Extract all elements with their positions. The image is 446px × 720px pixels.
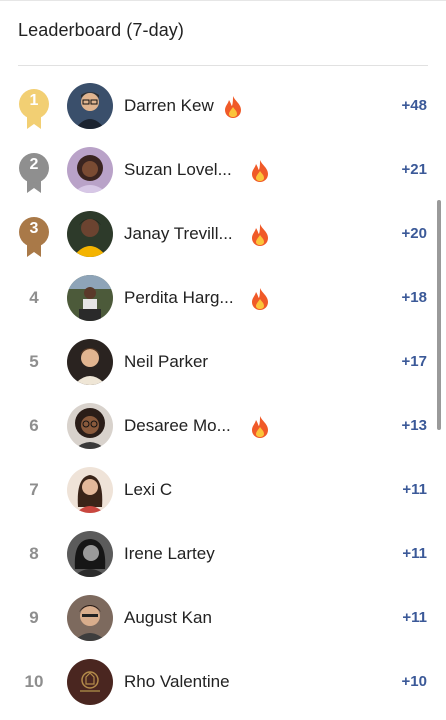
rank-number: 2 — [29, 156, 39, 173]
rank-number: 3 — [29, 220, 39, 237]
leaderboard-list: 1 Darren Kew +48 2 Suzan Lovel... +21 3 … — [0, 74, 446, 714]
player-name[interactable]: Janay Trevill... — [124, 202, 233, 266]
player-name[interactable]: Darren Kew — [124, 74, 214, 138]
rank-number: 10 — [24, 672, 44, 691]
player-name[interactable]: Irene Lartey — [124, 522, 215, 586]
rank-number: 7 — [29, 480, 39, 499]
score-value: +48 — [401, 97, 427, 114]
leaderboard-row[interactable]: 6 Desaree Mo... +13 — [0, 394, 446, 458]
score-value: +11 — [402, 545, 427, 562]
leaderboard-row[interactable]: 7 Lexi C +11 — [0, 458, 446, 522]
avatar[interactable] — [67, 531, 113, 577]
score-value: +11 — [402, 481, 427, 498]
leaderboard-row[interactable]: 5 Neil Parker +17 — [0, 330, 446, 394]
fire-icon — [250, 223, 270, 247]
leaderboard-row[interactable]: 2 Suzan Lovel... +21 — [0, 138, 446, 202]
leaderboard-row[interactable]: 8 Irene Lartey +11 — [0, 522, 446, 586]
score-value: +18 — [401, 289, 427, 306]
top-divider — [0, 0, 446, 1]
player-name[interactable]: Rho Valentine — [124, 650, 230, 714]
player-name[interactable]: Neil Parker — [124, 330, 208, 394]
player-name[interactable]: Desaree Mo... — [124, 394, 231, 458]
avatar[interactable] — [67, 147, 113, 193]
rank-number: 6 — [29, 416, 39, 435]
fire-icon — [250, 287, 270, 311]
avatar[interactable] — [67, 403, 113, 449]
player-name[interactable]: Perdita Harg... — [124, 266, 234, 330]
rank-number: 5 — [29, 352, 39, 371]
score-value: +17 — [401, 353, 427, 370]
avatar[interactable] — [67, 659, 113, 705]
header-divider — [18, 65, 428, 66]
avatar[interactable] — [67, 83, 113, 129]
avatar[interactable] — [67, 467, 113, 513]
bronze-medal-icon: 3 — [18, 216, 50, 258]
player-name[interactable]: Suzan Lovel... — [124, 138, 232, 202]
page-title: Leaderboard (7-day) — [18, 20, 185, 40]
player-name[interactable]: August Kan — [124, 586, 212, 650]
rank-number: 4 — [29, 288, 39, 307]
leaderboard-row[interactable]: 9 August Kan +11 — [0, 586, 446, 650]
rank-number: 1 — [29, 92, 39, 109]
score-value: +20 — [401, 225, 427, 242]
rank-number: 9 — [29, 608, 39, 627]
score-value: +11 — [402, 609, 427, 626]
score-value: +13 — [401, 417, 427, 434]
leaderboard-row[interactable]: 3 Janay Trevill... +20 — [0, 202, 446, 266]
fire-icon — [250, 415, 270, 439]
avatar[interactable] — [67, 211, 113, 257]
silver-medal-icon: 2 — [18, 152, 50, 194]
leaderboard-row[interactable]: 10 Rho Valentine +10 — [0, 650, 446, 714]
avatar[interactable] — [67, 595, 113, 641]
player-name[interactable]: Lexi C — [124, 458, 172, 522]
avatar[interactable] — [67, 275, 113, 321]
score-value: +10 — [401, 673, 427, 690]
gold-medal-icon: 1 — [18, 88, 50, 130]
rank-number: 8 — [29, 544, 39, 563]
scrollbar[interactable] — [437, 200, 441, 430]
avatar[interactable] — [67, 339, 113, 385]
fire-icon — [250, 159, 270, 183]
fire-icon — [223, 95, 243, 119]
score-value: +21 — [401, 161, 427, 178]
leaderboard-row[interactable]: 4 Perdita Harg... +18 — [0, 266, 446, 330]
leaderboard-row[interactable]: 1 Darren Kew +48 — [0, 74, 446, 138]
